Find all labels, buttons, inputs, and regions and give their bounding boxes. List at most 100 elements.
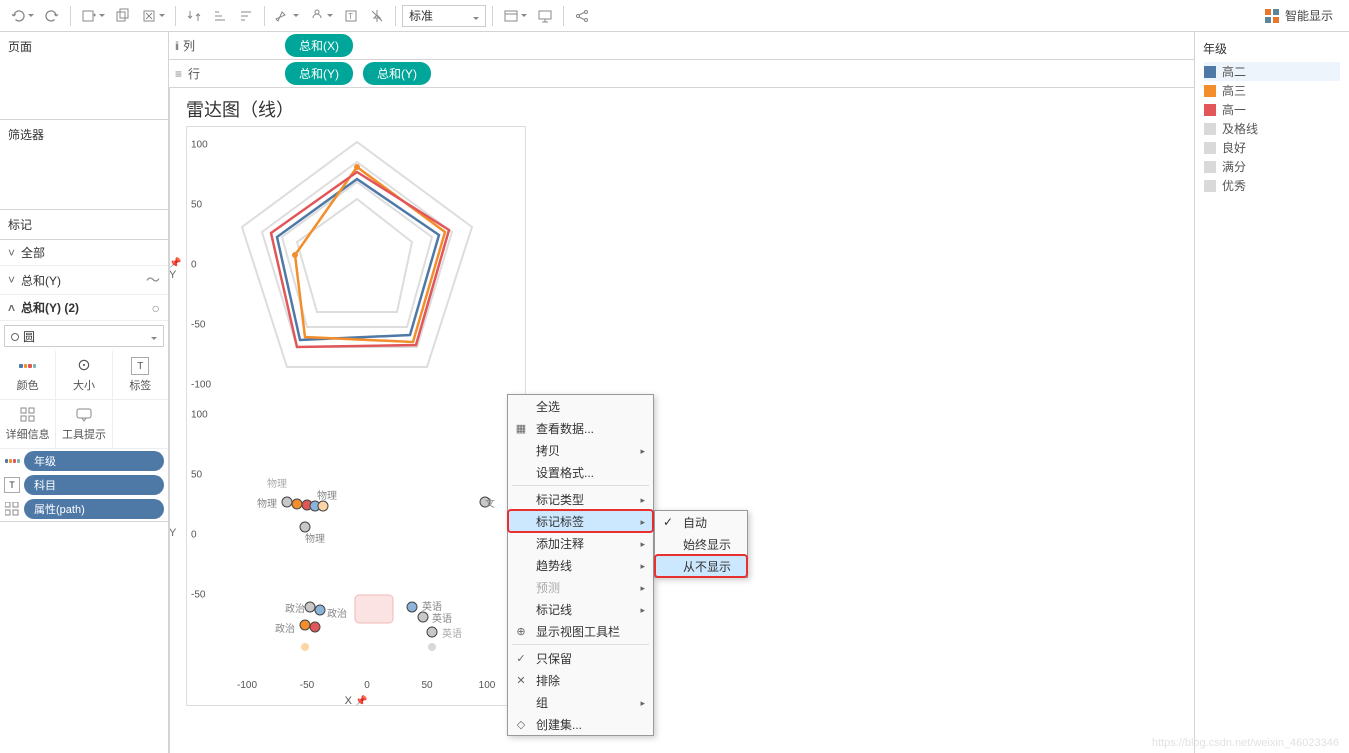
ctx-item[interactable]: 拷贝: [508, 439, 653, 461]
y-tick: 50: [191, 470, 202, 481]
share-btn[interactable]: [570, 4, 594, 28]
svg-text:政治: 政治: [327, 607, 347, 620]
sortasc-btn[interactable]: [208, 4, 232, 28]
legend-item[interactable]: 高一: [1204, 100, 1340, 119]
legend-item[interactable]: 高二: [1204, 62, 1340, 81]
chart-title: 雷达图（线）: [186, 96, 1178, 122]
ctx-item[interactable]: ▦查看数据...: [508, 417, 653, 439]
circle-type-icon: ○: [152, 300, 160, 316]
presentation-btn[interactable]: [533, 4, 557, 28]
ctx-item[interactable]: 趋势线: [508, 554, 653, 576]
pill-subject[interactable]: T科目: [0, 473, 168, 497]
left-column: 页面 筛选器 标记 ˅全部 ˅总和(Y)〜 ˄总和(Y) (2)○ 圆 颜色 ⊙…: [0, 32, 169, 753]
sortdesc-btn[interactable]: [234, 4, 258, 28]
color-icon: [19, 357, 37, 375]
group-btn[interactable]: [305, 4, 337, 28]
redo-btn[interactable]: [40, 4, 64, 28]
svg-text:英语: 英语: [432, 612, 452, 625]
smart-show-btn[interactable]: 智能显示: [1255, 7, 1343, 24]
ctx-item[interactable]: ⊕显示视图工具栏: [508, 620, 653, 642]
ctx-sub-item[interactable]: 从不显示: [655, 555, 747, 577]
pin-btn[interactable]: [365, 4, 389, 28]
ctx-sub-item[interactable]: ✓自动: [655, 511, 747, 533]
legend-swatch: [1204, 66, 1216, 78]
chart-viz[interactable]: 物理物理物理物理 文 政治政治政治 英语英语英语 📌Y Y 100 50 0: [186, 126, 526, 706]
legend-item[interactable]: 优秀: [1204, 176, 1340, 195]
ctx-item-label: 趋势线: [536, 557, 572, 574]
ctx-item[interactable]: 添加注释: [508, 532, 653, 554]
swap-btn[interactable]: [182, 4, 206, 28]
line-type-icon: 〜: [146, 270, 160, 290]
newsheet-btn[interactable]: [77, 4, 109, 28]
pages-title: 页面: [0, 32, 168, 61]
duplicate-btn[interactable]: [111, 4, 135, 28]
ctx-item[interactable]: 全选: [508, 395, 653, 417]
legend-item[interactable]: 高三: [1204, 81, 1340, 100]
ctx-item[interactable]: 标记标签: [508, 510, 653, 532]
clear-btn[interactable]: [137, 4, 169, 28]
legend-item[interactable]: 满分: [1204, 157, 1340, 176]
filters-body[interactable]: [0, 149, 168, 209]
ctx-item[interactable]: ◇创建集...: [508, 713, 653, 735]
ctx-item-icon: ✓: [514, 652, 528, 665]
svg-text:物理: 物理: [267, 477, 287, 490]
ctx-item-label: 自动: [683, 514, 707, 531]
mark-size[interactable]: ⊙大小: [56, 351, 112, 399]
submenu-arrow-icon: [640, 602, 645, 616]
y-tick: 0: [191, 260, 197, 271]
col-pill-0[interactable]: 总和(X): [285, 34, 353, 57]
columns-shelf[interactable]: iii 列 总和(X): [169, 32, 1194, 60]
submenu-arrow-icon: [640, 580, 645, 594]
row-pill-1[interactable]: 总和(Y): [363, 62, 431, 85]
toolbar: T 标准 智能显示: [0, 0, 1349, 32]
ctx-item[interactable]: 标记线: [508, 598, 653, 620]
marks-sumy[interactable]: ˅总和(Y)〜: [0, 266, 168, 295]
legend-item[interactable]: 及格线: [1204, 119, 1340, 138]
mark-detail-label: 详细信息: [6, 426, 50, 442]
ctx-item-label: 标记线: [536, 601, 572, 618]
size-icon: ⊙: [75, 357, 93, 375]
mark-detail[interactable]: 详细信息: [0, 400, 56, 448]
mark-color[interactable]: 颜色: [0, 351, 56, 399]
pages-body[interactable]: [0, 61, 168, 119]
ctx-item[interactable]: 设置格式...: [508, 461, 653, 483]
ctx-item-label: 从不显示: [683, 558, 731, 575]
pill-path[interactable]: 属性(path): [0, 497, 168, 521]
row-pill-0[interactable]: 总和(Y): [285, 62, 353, 85]
highlight-btn[interactable]: [271, 4, 303, 28]
svg-text:政治: 政治: [275, 622, 295, 635]
svg-text:政治: 政治: [285, 602, 305, 615]
y-axis-label-2: Y: [169, 527, 176, 539]
toolbar-sep: [563, 6, 564, 26]
ctx-item-label: 预测: [536, 579, 560, 596]
showhide-btn[interactable]: [499, 4, 531, 28]
marks-sumy2[interactable]: ˄总和(Y) (2)○: [0, 295, 168, 321]
ctx-item[interactable]: 标记类型: [508, 488, 653, 510]
ctx-item-label: 创建集...: [536, 716, 582, 733]
ctx-item: 预测: [508, 576, 653, 598]
x-tick: 100: [479, 680, 496, 691]
rows-shelf[interactable]: ≡ 行 总和(Y) 总和(Y): [169, 60, 1194, 88]
mark-tooltip[interactable]: 工具提示: [56, 400, 112, 448]
ctx-item-icon: ✕: [514, 674, 528, 687]
shape-select[interactable]: 圆: [4, 325, 164, 347]
ctx-item[interactable]: ✕ 排除: [508, 669, 653, 691]
legend-item[interactable]: 良好: [1204, 138, 1340, 157]
ctx-item-label: 排除: [536, 672, 560, 689]
marks-all[interactable]: ˅全部: [0, 240, 168, 266]
submenu-arrow-icon: [640, 695, 645, 709]
marks-sumy2-label: 总和(Y) (2): [21, 299, 79, 316]
scatter-svg: 物理物理物理物理 文 政治政治政治 英语英语英语: [187, 397, 527, 667]
mark-label[interactable]: T标签: [113, 351, 168, 399]
fit-select[interactable]: 标准: [402, 5, 486, 27]
detail-icon: [19, 406, 37, 424]
pill-grade[interactable]: 年级: [0, 449, 168, 473]
undo-btn[interactable]: [6, 4, 38, 28]
ctx-sub-item[interactable]: 始终显示: [655, 533, 747, 555]
toolbar-sep: [492, 6, 493, 26]
svg-text:英语: 英语: [442, 627, 462, 640]
ctx-item[interactable]: ✓只保留: [508, 647, 653, 669]
labels-btn[interactable]: T: [339, 4, 363, 28]
submenu-arrow-icon: [640, 558, 645, 572]
ctx-item[interactable]: 组: [508, 691, 653, 713]
